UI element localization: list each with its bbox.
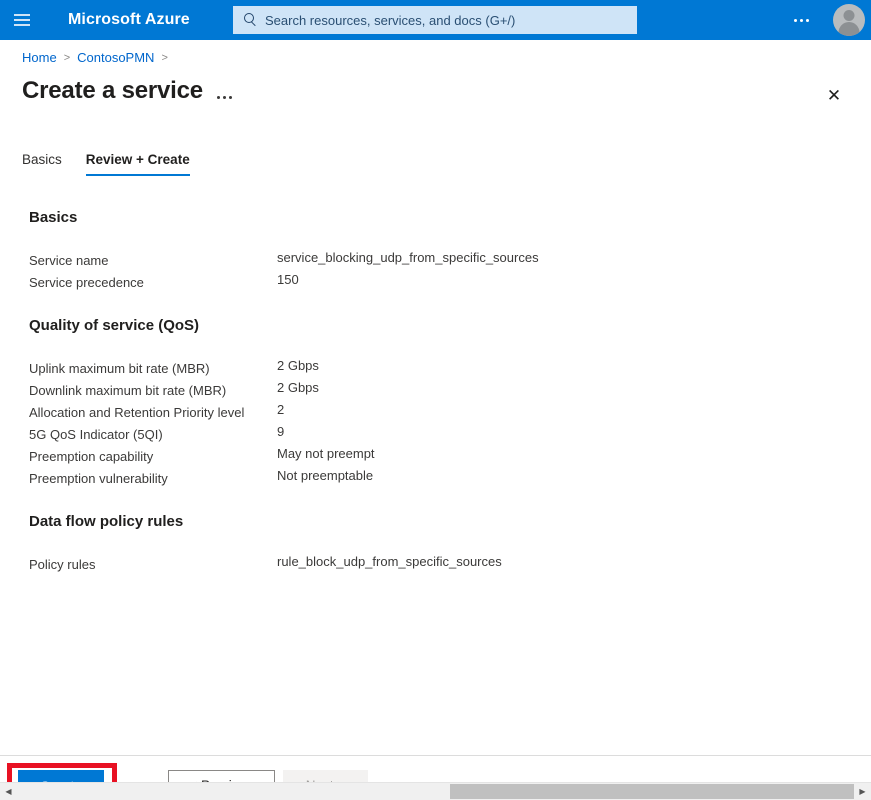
close-icon[interactable]: ✕ — [821, 82, 847, 108]
hamburger-bar — [14, 19, 30, 21]
review-section-qos: Quality of service (QoS) Uplink maximum … — [0, 314, 871, 490]
review-section-basics: Basics Service name service_blocking_udp… — [0, 206, 871, 294]
dot — [805, 18, 809, 22]
create-service-blade: Home > ContosoPMN > Create a service ✕ B… — [0, 40, 871, 800]
field-value: 2 Gbps — [277, 358, 319, 373]
field-label: 5G QoS Indicator (5QI) — [29, 427, 163, 442]
scroll-right-arrow-icon[interactable]: ▶ — [854, 783, 871, 800]
field-value: May not preempt — [277, 446, 375, 461]
azure-global-header: Microsoft Azure Search resources, servic… — [0, 0, 871, 40]
avatar-head — [843, 10, 855, 21]
dot — [222, 95, 226, 99]
table-row: Preemption capability May not preempt — [0, 446, 871, 468]
page-title: Create a service — [22, 77, 203, 104]
table-row: 5G QoS Indicator (5QI) 9 — [0, 424, 871, 446]
horizontal-scrollbar[interactable]: ◀ ▶ — [0, 782, 871, 800]
dot — [799, 18, 803, 22]
breadcrumb-separator: > — [161, 51, 168, 64]
field-value: service_blocking_udp_from_specific_sourc… — [277, 250, 539, 265]
field-label: Preemption vulnerability — [29, 471, 168, 486]
section-heading: Data flow policy rules — [29, 513, 184, 530]
table-row: Allocation and Retention Priority level … — [0, 402, 871, 424]
search-placeholder-text: Search resources, services, and docs (G+… — [265, 12, 516, 28]
field-label: Downlink maximum bit rate (MBR) — [29, 383, 227, 398]
field-value: 2 Gbps — [277, 380, 319, 395]
field-label: Service precedence — [29, 275, 144, 290]
search-icon — [241, 11, 259, 29]
field-value: 9 — [277, 424, 285, 439]
blade-ellipsis-icon[interactable] — [212, 86, 236, 108]
table-row: Uplink maximum bit rate (MBR) 2 Gbps — [0, 358, 871, 380]
tab-basics[interactable]: Basics — [22, 152, 86, 176]
tab-review-create[interactable]: Review + Create — [85, 152, 190, 176]
field-label: Uplink maximum bit rate (MBR) — [29, 361, 210, 376]
field-label: Preemption capability — [29, 449, 154, 464]
field-label: Policy rules — [29, 557, 96, 572]
dot — [216, 95, 220, 99]
table-row: Service name service_blocking_udp_from_s… — [0, 250, 871, 272]
field-label: Allocation and Retention Priority level — [29, 405, 245, 420]
scrollbar-thumb[interactable] — [450, 784, 854, 799]
table-row: Downlink maximum bit rate (MBR) 2 Gbps — [0, 380, 871, 402]
field-value: Not preemptable — [277, 468, 374, 483]
field-value: rule_block_udp_from_specific_sources — [277, 554, 502, 569]
search-input[interactable]: Search resources, services, and docs (G+… — [233, 6, 637, 34]
section-heading: Basics — [29, 209, 78, 226]
hamburger-menu-icon[interactable] — [0, 0, 44, 40]
breadcrumb-item-contosopmn[interactable]: ContosoPMN — [77, 50, 154, 65]
azure-brand-title[interactable]: Microsoft Azure — [68, 11, 190, 29]
section-heading: Quality of service (QoS) — [29, 317, 200, 334]
breadcrumb-item-home[interactable]: Home — [22, 50, 57, 65]
field-label: Service name — [29, 253, 109, 268]
dot — [228, 95, 232, 99]
field-value: 2 — [277, 402, 285, 417]
review-summary: Basics Service name service_blocking_udp… — [0, 206, 871, 576]
hamburger-bar — [14, 14, 30, 16]
breadcrumb: Home > ContosoPMN > — [22, 50, 168, 65]
tab-strip: Basics Review + Create — [22, 152, 190, 176]
hamburger-bars — [14, 14, 30, 26]
ellipsis-dots — [793, 18, 809, 22]
hamburger-bar — [14, 24, 30, 26]
dot — [793, 18, 797, 22]
table-row: Policy rules rule_block_udp_from_specifi… — [0, 554, 871, 576]
review-section-data-flow-policy-rules: Data flow policy rules Policy rules rule… — [0, 510, 871, 576]
user-avatar-icon[interactable] — [833, 4, 865, 36]
table-row: Preemption vulnerability Not preemptable — [0, 468, 871, 490]
table-row: Service precedence 150 — [0, 272, 871, 294]
breadcrumb-separator: > — [63, 51, 71, 64]
scroll-left-arrow-icon[interactable]: ◀ — [0, 783, 17, 800]
ellipsis-dots — [216, 95, 232, 99]
field-value: 150 — [277, 272, 299, 287]
avatar-body — [838, 22, 860, 36]
header-ellipsis-icon[interactable] — [785, 0, 817, 40]
